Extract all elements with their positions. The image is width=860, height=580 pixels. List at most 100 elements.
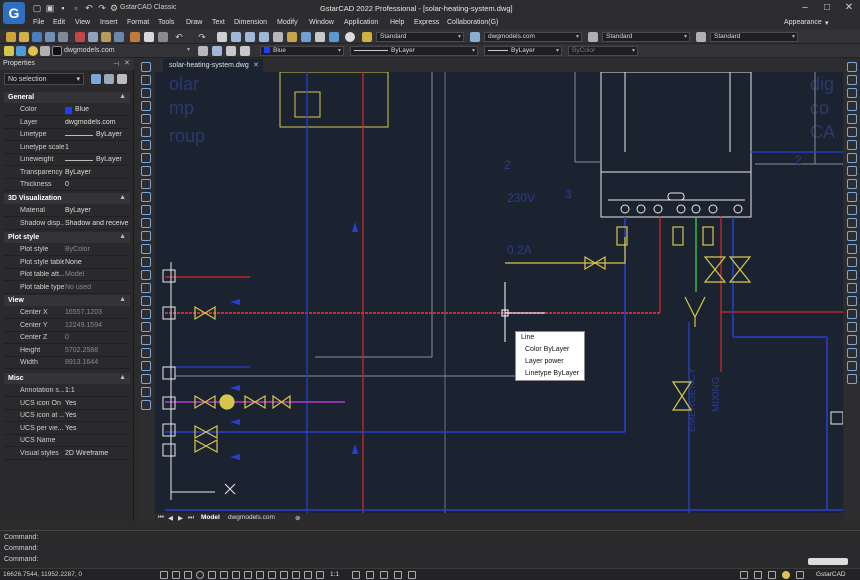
menu-window[interactable]: Window xyxy=(309,19,334,26)
property-row[interactable]: Center Y 12249.1594 xyxy=(4,320,130,332)
brush-icon[interactable] xyxy=(130,32,140,42)
property-value[interactable]: Yes xyxy=(65,412,129,419)
modify-tool-icon[interactable] xyxy=(847,101,857,111)
command-window[interactable]: Command: Command: Command: xyxy=(0,530,860,568)
property-value[interactable]: Shadow and receive ... xyxy=(65,220,129,227)
menu-edit[interactable]: Edit xyxy=(53,19,65,26)
quick-select-icon[interactable] xyxy=(91,74,101,84)
modify-tool-icon[interactable] xyxy=(847,348,857,358)
prev-layout-icon[interactable]: ◀ xyxy=(168,514,173,522)
property-row[interactable]: Transparency ByLayer xyxy=(4,167,130,179)
property-row[interactable]: Linetype scale 1 xyxy=(4,142,130,154)
property-value[interactable]: 1 xyxy=(65,144,129,151)
modify-tool-icon[interactable] xyxy=(847,75,857,85)
menu-collaboration[interactable]: Collaboration(G) xyxy=(447,19,498,26)
draw-tool-icon[interactable] xyxy=(141,387,151,397)
modify-tool-icon[interactable] xyxy=(847,179,857,189)
redo-toolbar-icon[interactable]: ↷ xyxy=(196,31,208,43)
menu-tools[interactable]: Tools xyxy=(158,19,174,26)
annotation-visibility-icon[interactable] xyxy=(316,571,324,579)
minimize-icon[interactable]: – xyxy=(794,1,816,15)
design-center-icon[interactable] xyxy=(287,32,297,42)
modify-tool-icon[interactable] xyxy=(847,140,857,150)
modify-tool-icon[interactable] xyxy=(847,205,857,215)
modify-tool-icon[interactable] xyxy=(847,153,857,163)
tab-model[interactable]: Model xyxy=(201,514,220,521)
property-row[interactable]: Plot style ByColor xyxy=(4,244,130,256)
osnap-icon[interactable] xyxy=(208,571,216,579)
workspace-switch-icon[interactable] xyxy=(366,571,374,579)
property-row[interactable]: UCS icon at ... Yes xyxy=(4,410,130,422)
layer-previous-icon[interactable] xyxy=(212,46,222,56)
command-scrollbar[interactable] xyxy=(808,558,848,565)
isolate-icon[interactable] xyxy=(394,571,402,579)
modify-tool-icon[interactable] xyxy=(847,127,857,137)
transparency-icon[interactable] xyxy=(268,571,276,579)
document-tab[interactable]: solar-heating-system.dwg ✕ xyxy=(163,59,263,72)
select-objects-icon[interactable] xyxy=(104,74,114,84)
draw-tool-icon[interactable] xyxy=(141,283,151,293)
modify-tool-icon[interactable] xyxy=(847,361,857,371)
property-value[interactable]: No used xyxy=(65,284,129,291)
copy-icon[interactable] xyxy=(88,32,98,42)
workspace-name[interactable]: GstarCAD Classic xyxy=(120,4,176,11)
draw-tool-icon[interactable] xyxy=(141,179,151,189)
polar-icon[interactable] xyxy=(196,571,204,579)
pin-icon[interactable]: ⊣ xyxy=(113,60,119,68)
property-value[interactable]: None xyxy=(65,259,129,266)
menu-modify[interactable]: Modify xyxy=(277,19,298,26)
property-value[interactable]: 16557.1203 xyxy=(65,309,129,316)
layer-manager-icon[interactable] xyxy=(198,46,208,56)
zoom-window-icon[interactable] xyxy=(245,32,255,42)
property-value[interactable]: Yes xyxy=(65,400,129,407)
lock-icon[interactable] xyxy=(40,46,50,56)
notification-icon[interactable] xyxy=(782,571,790,579)
zoom-previous-icon[interactable] xyxy=(259,32,269,42)
property-row[interactable]: Lineweight ByLayer xyxy=(4,154,130,166)
draw-tool-icon[interactable] xyxy=(141,400,151,410)
property-row[interactable]: UCS per vie... Yes xyxy=(4,423,130,435)
maximize-icon[interactable]: □ xyxy=(816,1,838,15)
lineweight-toggle-icon[interactable] xyxy=(256,571,264,579)
table-style-select[interactable]: Standard ▾ xyxy=(602,32,690,42)
ducs-icon[interactable] xyxy=(232,571,240,579)
draw-tool-icon[interactable] xyxy=(141,140,151,150)
dyn-icon[interactable] xyxy=(244,571,252,579)
menu-file[interactable]: File xyxy=(33,19,44,26)
property-row[interactable]: UCS Name xyxy=(4,435,130,447)
make-current-icon[interactable] xyxy=(226,46,236,56)
section-3d-visualization[interactable]: 3D Visualization ▲ xyxy=(4,193,130,204)
menu-view[interactable]: View xyxy=(75,19,90,26)
property-value[interactable]: 0 xyxy=(65,181,129,188)
layer-on-icon[interactable] xyxy=(4,46,14,56)
draw-tool-icon[interactable] xyxy=(141,231,151,241)
section-misc[interactable]: Misc ▲ xyxy=(4,373,130,384)
property-value[interactable]: Blue xyxy=(75,106,139,113)
property-row[interactable]: Thickness 0 xyxy=(4,179,130,191)
draw-tool-icon[interactable] xyxy=(141,62,151,72)
save-drawing-icon[interactable] xyxy=(32,32,42,42)
layout-close-icon[interactable]: ⊗ xyxy=(295,514,300,522)
paste-icon[interactable] xyxy=(101,32,111,42)
modify-tool-icon[interactable] xyxy=(847,257,857,267)
annotation-scale[interactable]: 1:1 xyxy=(330,571,339,578)
plot-preview-icon[interactable] xyxy=(58,32,68,42)
close-panel-icon[interactable]: ✕ xyxy=(124,59,130,67)
draw-tool-icon[interactable] xyxy=(141,88,151,98)
property-value[interactable]: dwgmodels.com xyxy=(65,119,129,126)
ortho-icon[interactable] xyxy=(184,571,192,579)
lock-ui-icon[interactable] xyxy=(380,571,388,579)
scale-dropdown-icon[interactable] xyxy=(352,571,360,579)
close-tab-icon[interactable]: ✕ xyxy=(253,61,259,69)
draw-tool-icon[interactable] xyxy=(141,166,151,176)
menu-express[interactable]: Express xyxy=(414,19,439,26)
property-value[interactable]: 0 xyxy=(65,334,129,341)
section-view[interactable]: View ▲ xyxy=(4,295,130,306)
drawing-canvas[interactable]: olar mp roup dig co CA 2 230V 3 0.2A 2 E… xyxy=(155,72,843,513)
section-plot-style[interactable]: Plot style ▲ xyxy=(4,232,130,243)
close-icon[interactable]: ✕ xyxy=(838,1,860,15)
print-icon[interactable] xyxy=(45,32,55,42)
draw-tool-icon[interactable] xyxy=(141,374,151,384)
modify-tool-icon[interactable] xyxy=(847,231,857,241)
property-value[interactable]: ByColor xyxy=(65,246,129,253)
